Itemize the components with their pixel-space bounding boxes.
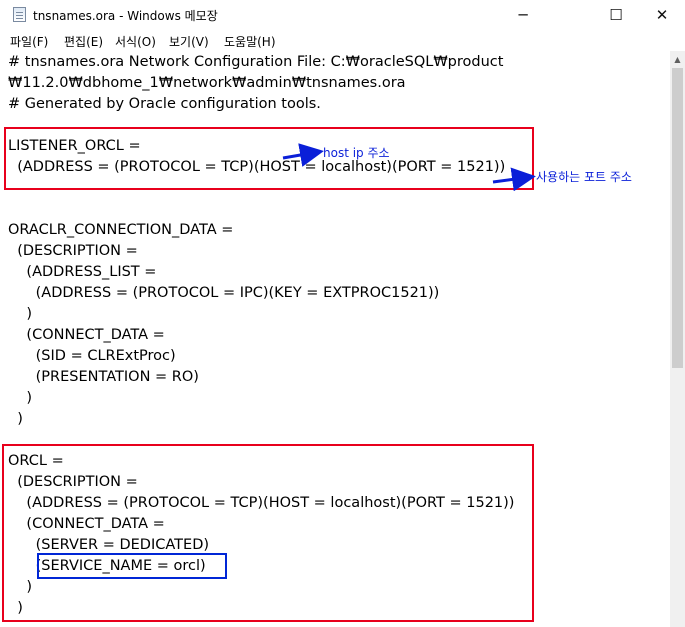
- host-arrow: [282, 143, 324, 167]
- annotation-arrows: [282, 143, 536, 192]
- host-ip-annotation: host ip 주소: [323, 146, 390, 160]
- vertical-scrollbar[interactable]: ▲: [670, 51, 685, 627]
- port-annotation: 사용하는 포트 주소: [536, 170, 632, 184]
- port-arrow: [492, 167, 536, 192]
- scroll-up-icon[interactable]: ▲: [670, 51, 685, 68]
- scrollbar-thumb[interactable]: [672, 68, 683, 368]
